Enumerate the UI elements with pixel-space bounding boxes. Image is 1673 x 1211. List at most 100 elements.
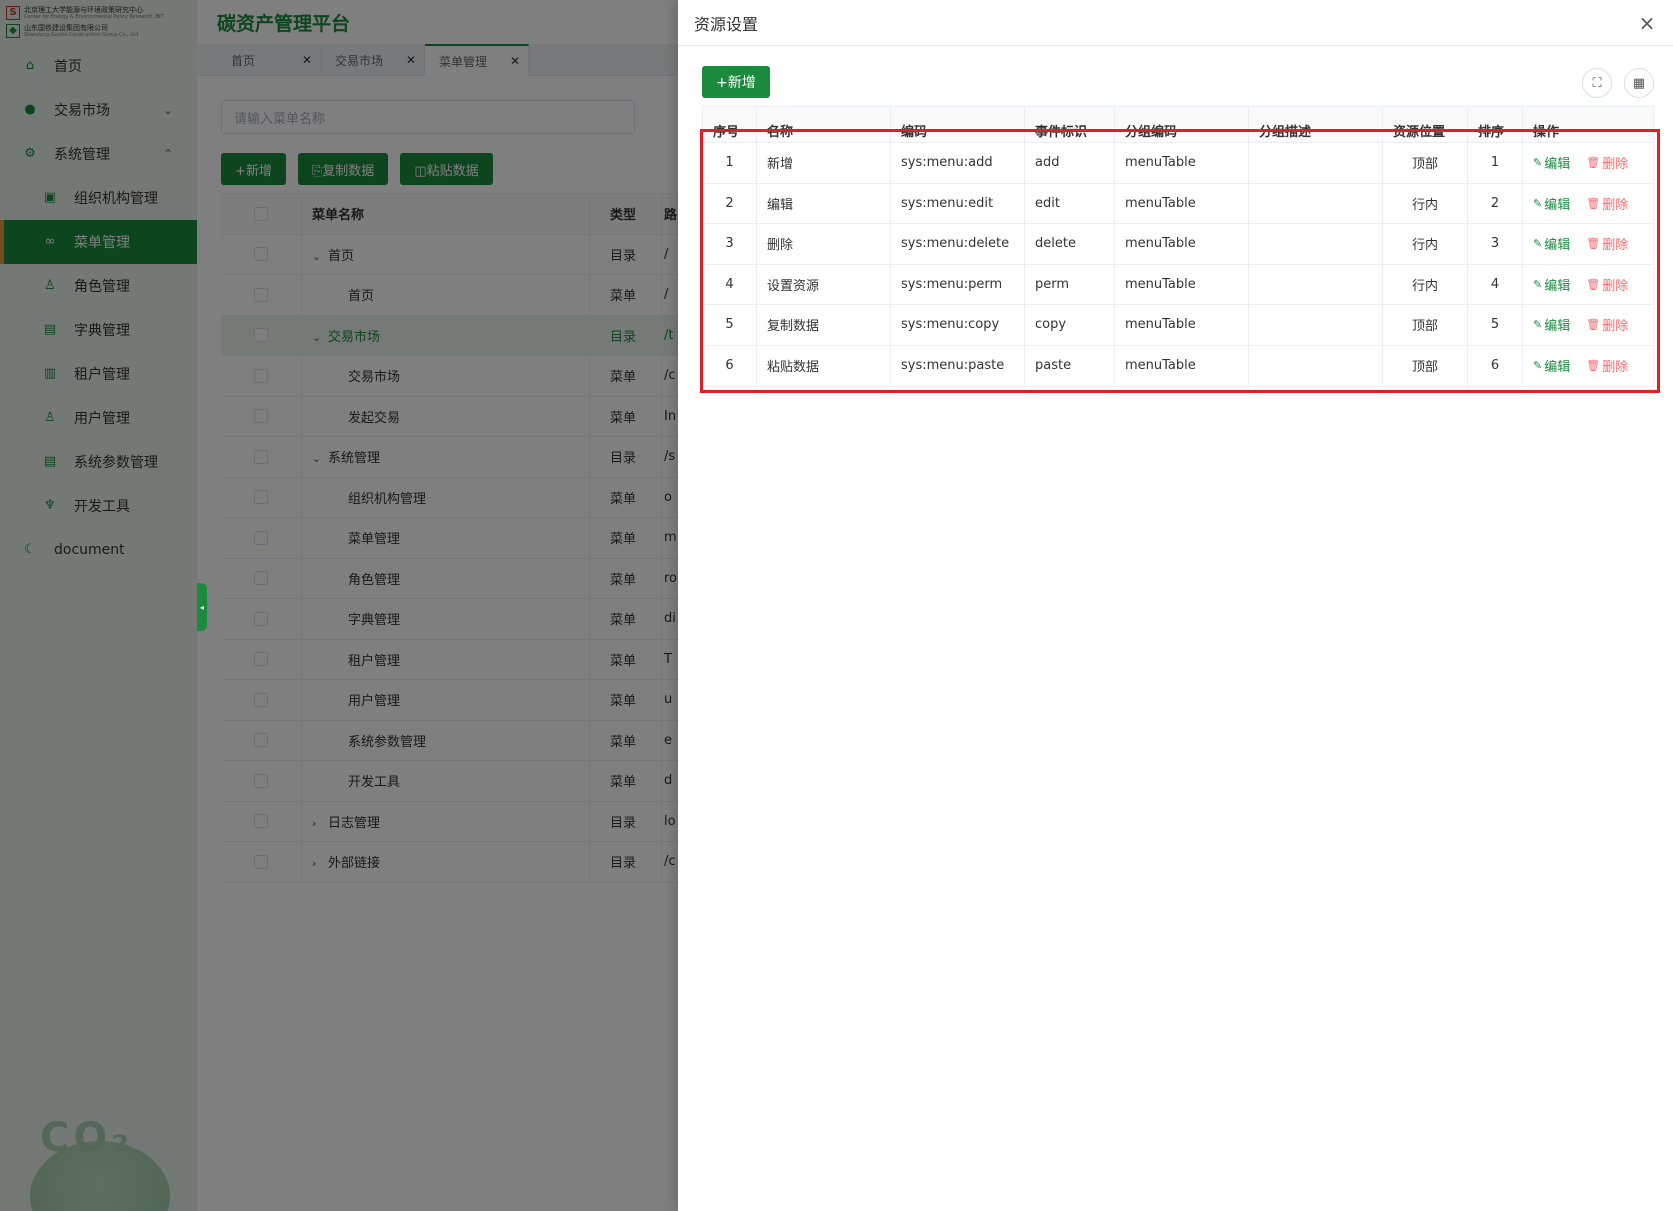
column-header: 排序 [1468, 106, 1523, 142]
cell-sort: 5 [1468, 305, 1523, 345]
cell-name: 新增 [757, 143, 891, 183]
trash-icon: 🗑 [1586, 196, 1601, 210]
cell-event: add [1025, 143, 1115, 183]
cell-actions: ✎ 编辑 🗑 删除 [1523, 265, 1653, 305]
delete-button[interactable]: 🗑 删除 [1586, 194, 1628, 213]
cell-position: 顶部 [1383, 305, 1468, 345]
trash-icon: 🗑 [1586, 156, 1601, 170]
cell-group-desc [1249, 224, 1383, 264]
delete-label: 删除 [1602, 157, 1629, 173]
cell-name: 编辑 [757, 183, 891, 223]
edit-label: 编辑 [1544, 278, 1571, 294]
cell-no: 2 [703, 183, 757, 223]
table-row: 6 粘贴数据 sys:menu:paste paste menuTable 顶部 6 ✎ 编辑 🗑… [703, 345, 1653, 387]
table-row: 2 编辑 sys:menu:edit edit menuTable 行内 2 ✎ 编辑 🗑 删除 [703, 183, 1653, 224]
column-header: 分组描述 [1249, 106, 1383, 142]
delete-label: 删除 [1602, 360, 1629, 376]
cell-group-desc [1249, 264, 1383, 304]
close-icon[interactable]: × [1637, 11, 1657, 35]
cell-group-desc [1249, 305, 1383, 345]
cell-event: copy [1025, 305, 1115, 345]
delete-label: 删除 [1602, 197, 1629, 213]
edit-label: 编辑 [1544, 360, 1571, 376]
cell-group-code: menuTable [1115, 183, 1249, 223]
edit-button[interactable]: ✎ 编辑 [1533, 234, 1570, 253]
cell-event: perm [1025, 264, 1115, 304]
cell-no: 6 [703, 345, 757, 386]
cell-sort: 1 [1468, 143, 1523, 183]
cell-position: 顶部 [1383, 143, 1468, 183]
cell-no: 4 [703, 264, 757, 304]
sidebar-collapse-handle[interactable]: ◂ [197, 583, 207, 631]
column-header: 事件标识 [1025, 106, 1115, 142]
cell-actions: ✎ 编辑 🗑 删除 [1523, 305, 1653, 345]
edit-label: 编辑 [1544, 197, 1571, 213]
cell-group-code: menuTable [1115, 143, 1249, 183]
edit-icon: ✎ [1533, 359, 1543, 373]
cell-actions: ✎ 编辑 🗑 删除 [1523, 346, 1653, 387]
edit-icon: ✎ [1533, 318, 1543, 332]
delete-button[interactable]: 🗑 删除 [1586, 153, 1628, 172]
edit-button[interactable]: ✎ 编辑 [1533, 153, 1570, 172]
edit-button[interactable]: ✎ 编辑 [1533, 275, 1570, 294]
cell-sort: 2 [1468, 183, 1523, 223]
resource-table-header: 序号 名称 编码 事件标识 分组编码 分组描述 资源位置 排序 操作 [703, 106, 1653, 143]
cell-group-desc [1249, 143, 1383, 183]
table-row: 5 复制数据 sys:menu:copy copy menuTable 顶部 5 ✎ 编辑 🗑 删除 [703, 305, 1653, 346]
cell-name: 删除 [757, 224, 891, 264]
delete-button[interactable]: 🗑 删除 [1586, 275, 1628, 294]
edit-label: 编辑 [1544, 157, 1571, 173]
cell-no: 3 [703, 224, 757, 264]
edit-button[interactable]: ✎ 编辑 [1533, 315, 1570, 334]
table-row: 3 删除 sys:menu:delete delete menuTable 行内 3 ✎ 编辑 🗑… [703, 224, 1653, 265]
trash-icon: 🗑 [1586, 277, 1601, 291]
edit-icon: ✎ [1533, 156, 1543, 170]
cell-code: sys:menu:perm [891, 264, 1025, 304]
cell-code: sys:menu:delete [891, 224, 1025, 264]
cell-group-code: menuTable [1115, 345, 1249, 386]
delete-button[interactable]: 🗑 删除 [1586, 234, 1628, 253]
cell-group-desc [1249, 183, 1383, 223]
edit-button[interactable]: ✎ 编辑 [1533, 356, 1570, 375]
edit-icon: ✎ [1533, 277, 1543, 291]
delete-label: 删除 [1602, 238, 1629, 254]
cell-position: 行内 [1383, 183, 1468, 223]
delete-button[interactable]: 🗑 删除 [1586, 356, 1628, 375]
cell-actions: ✎ 编辑 🗑 删除 [1523, 143, 1653, 183]
cell-no: 5 [703, 305, 757, 345]
delete-label: 删除 [1602, 278, 1629, 294]
add-resource-button[interactable]: +新增 [702, 66, 770, 98]
edit-label: 编辑 [1544, 238, 1571, 254]
cell-group-code: menuTable [1115, 224, 1249, 264]
cell-sort: 6 [1468, 345, 1523, 386]
edit-button[interactable]: ✎ 编辑 [1533, 194, 1570, 213]
edit-icon: ✎ [1533, 196, 1543, 210]
table-row: 4 设置资源 sys:menu:perm perm menuTable 行内 4 ✎ 编辑 🗑 删除 [703, 264, 1653, 305]
cell-position: 行内 [1383, 264, 1468, 304]
resource-settings-drawer: 资源设置 × +新增 ⛶ ▦ 序号 名称 编码 事件标识 分组编码 分组描述 资源位置 排序操… [678, 0, 1673, 1211]
column-header: 名称 [757, 106, 891, 142]
drawer-title: 资源设置 [694, 14, 759, 34]
cell-position: 行内 [1383, 224, 1468, 264]
delete-label: 删除 [1602, 319, 1629, 335]
cell-group-code: menuTable [1115, 264, 1249, 304]
cell-event: delete [1025, 224, 1115, 264]
column-header: 编码 [891, 106, 1025, 142]
column-header: 序号 [703, 106, 757, 142]
trash-icon: 🗑 [1586, 318, 1601, 332]
cell-actions: ✎ 编辑 🗑 删除 [1523, 224, 1653, 264]
cell-name: 复制数据 [757, 305, 891, 345]
cell-actions: ✎ 编辑 🗑 删除 [1523, 184, 1653, 224]
column-header: 操作 [1533, 125, 1560, 140]
cell-position: 顶部 [1383, 345, 1468, 386]
fullscreen-icon[interactable]: ⛶ [1582, 68, 1612, 98]
modal-overlay[interactable] [0, 0, 678, 1211]
cell-group-code: menuTable [1115, 305, 1249, 345]
column-header: 分组编码 [1115, 106, 1249, 142]
edit-label: 编辑 [1544, 319, 1571, 335]
column-settings-icon[interactable]: ▦ [1624, 68, 1654, 98]
delete-button[interactable]: 🗑 删除 [1586, 315, 1628, 334]
cell-name: 粘贴数据 [757, 345, 891, 386]
table-row: 1 新增 sys:menu:add add menuTable 顶部 1 ✎ 编辑 🗑 删除 [703, 143, 1653, 184]
trash-icon: 🗑 [1586, 237, 1601, 251]
